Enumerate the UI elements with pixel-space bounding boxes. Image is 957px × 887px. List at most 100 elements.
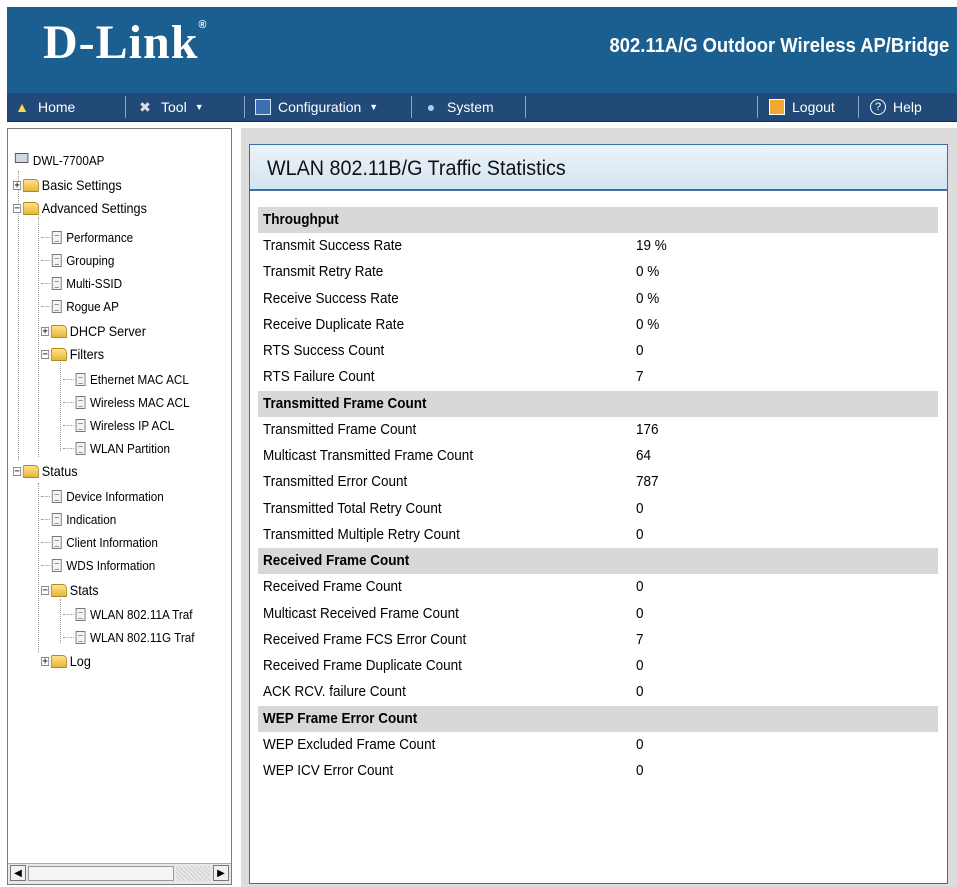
scroll-right-icon[interactable]: ▶ <box>213 865 229 881</box>
stat-label: WEP Excluded Frame Count <box>263 735 436 753</box>
tree-filters[interactable]: − Filters <box>41 343 104 365</box>
stat-label: Transmit Retry Rate <box>263 263 384 281</box>
tree-log[interactable]: + Log <box>41 650 91 672</box>
tree-root[interactable]: DWL-7700AP <box>14 149 104 171</box>
tree-connector <box>41 564 50 566</box>
stat-row: ACK RCV. failure Count 0 <box>258 679 938 705</box>
folder-open-icon <box>22 464 40 478</box>
menu-separator <box>244 96 245 118</box>
menu-tool[interactable]: ✖ Tool ▼ <box>130 93 210 121</box>
header: D-Link® 802.11A/G Outdoor Wireless AP/Br… <box>0 0 957 93</box>
save-disk-icon <box>255 99 271 115</box>
expand-icon: + <box>13 179 22 191</box>
menu-system[interactable]: ● System <box>416 93 500 121</box>
page-icon <box>51 230 62 244</box>
tree-connector <box>41 518 50 520</box>
menu-home[interactable]: ▲ Home <box>7 93 81 121</box>
tree-item-grouping[interactable]: Grouping <box>41 249 114 271</box>
stat-row: Received Frame FCS Error Count 7 <box>258 627 938 653</box>
tree-item-wlan-partition[interactable]: WLAN Partition <box>63 437 170 459</box>
stat-label: Receive Success Rate <box>263 289 399 307</box>
tree-advanced-settings[interactable]: − Advanced Settings <box>13 197 147 219</box>
stat-row: Received Frame Duplicate Count 0 <box>258 653 938 679</box>
stats-panel: WLAN 802.11B/G Traffic Statistics Throug… <box>249 144 948 884</box>
stat-value: 0 % <box>636 315 660 333</box>
tree-item-label: Client Information <box>66 534 158 550</box>
section-header-throughput: Throughput <box>258 207 938 233</box>
stat-value: 0 <box>636 578 644 596</box>
tree-basic-settings-label: Basic Settings <box>41 177 122 193</box>
tree-status-label: Status <box>41 463 78 479</box>
menu-separator <box>858 96 859 118</box>
stat-label: Received Frame Duplicate Count <box>263 657 462 675</box>
collapse-icon: − <box>13 202 22 214</box>
tree-dhcp-server[interactable]: + DHCP Server <box>41 320 146 342</box>
expand-icon: + <box>41 325 50 337</box>
stat-label: Transmitted Total Retry Count <box>263 499 442 517</box>
tree-connector <box>41 495 50 497</box>
scroll-thumb[interactable] <box>28 866 174 881</box>
tree-guide <box>38 483 39 653</box>
tree-item-client-information[interactable]: Client Information <box>41 531 158 553</box>
tree-item-label: WDS Information <box>66 557 156 573</box>
stat-label: Receive Duplicate Rate <box>263 315 405 333</box>
tree-stats[interactable]: − Stats <box>41 579 99 601</box>
tree-item-label: Grouping <box>66 252 115 268</box>
tree-item-ethernet-mac-acl[interactable]: Ethernet MAC ACL <box>63 368 189 390</box>
tree-item-wlan-11a-traffic[interactable]: WLAN 802.11A Traf <box>63 603 193 625</box>
collapse-icon: − <box>13 465 22 477</box>
stat-value: 176 <box>636 420 659 438</box>
folder-open-icon <box>50 347 68 361</box>
scroll-track[interactable] <box>176 866 210 881</box>
menu-help[interactable]: ? Help <box>864 93 928 121</box>
tree-item-wlan-11g-traffic[interactable]: WLAN 802.11G Traf <box>63 626 194 648</box>
stat-value: 0 % <box>636 263 660 281</box>
menu-logout[interactable]: Logout <box>763 93 841 121</box>
stat-row: RTS Success Count 0 <box>258 338 938 364</box>
tree-connector <box>63 378 74 380</box>
tree-item-wireless-ip-acl[interactable]: Wireless IP ACL <box>63 414 174 436</box>
tree-horizontal-scrollbar[interactable]: ◀ ▶ <box>8 863 231 884</box>
header-banner: D-Link® 802.11A/G Outdoor Wireless AP/Br… <box>7 7 957 93</box>
home-icon: ▲ <box>15 99 29 115</box>
page-icon <box>51 512 62 526</box>
chevron-down-icon: ▼ <box>194 102 204 112</box>
tree-item-label: Device Information <box>66 488 164 504</box>
tree-basic-settings[interactable]: + Basic Settings <box>13 174 122 196</box>
tree-connector <box>63 636 74 638</box>
tree-connector <box>63 401 74 403</box>
menu-configuration[interactable]: Configuration ▼ <box>249 93 384 121</box>
tree-connector <box>63 447 74 449</box>
tree-item-multi-ssid[interactable]: Multi-SSID <box>41 272 122 294</box>
stat-row: WEP ICV Error Count 0 <box>258 758 938 784</box>
menu-help-label: Help <box>893 99 922 115</box>
tree-item-indication[interactable]: Indication <box>41 508 116 530</box>
stat-value: 0 <box>636 604 644 622</box>
tree-dhcp-server-label: DHCP Server <box>69 323 146 339</box>
panel-header: WLAN 802.11B/G Traffic Statistics <box>250 145 947 191</box>
menu-system-label: System <box>447 99 494 115</box>
tree-item-label: WLAN 802.11G Traf <box>90 629 195 645</box>
stat-value: 19 % <box>636 237 667 254</box>
tree-item-wds-information[interactable]: WDS Information <box>41 554 155 576</box>
tree-item-device-information[interactable]: Device Information <box>41 485 164 507</box>
stat-value: 0 <box>636 762 644 780</box>
stat-value: 0 <box>636 683 644 701</box>
page-icon <box>51 558 62 572</box>
product-title: 802.11A/G Outdoor Wireless AP/Bridge <box>609 35 949 57</box>
menu-home-label: Home <box>38 99 76 115</box>
tree-item-performance[interactable]: Performance <box>41 226 133 248</box>
stat-label: Transmitted Error Count <box>263 473 408 491</box>
stat-value: 0 <box>636 342 644 360</box>
tree-status[interactable]: − Status <box>13 460 78 482</box>
computer-icon <box>14 153 30 167</box>
tree-item-label: Wireless MAC ACL <box>90 394 190 410</box>
folder-icon <box>50 324 68 338</box>
stat-label: Transmitted Frame Count <box>263 420 417 438</box>
tree-item-rogue-ap[interactable]: Rogue AP <box>41 295 119 317</box>
section-title: WEP Frame Error Count <box>263 709 418 727</box>
section-title: Throughput <box>263 211 339 228</box>
tree-item-label: WLAN Partition <box>90 440 170 456</box>
scroll-left-icon[interactable]: ◀ <box>10 865 26 881</box>
tree-item-wireless-mac-acl[interactable]: Wireless MAC ACL <box>63 391 189 413</box>
